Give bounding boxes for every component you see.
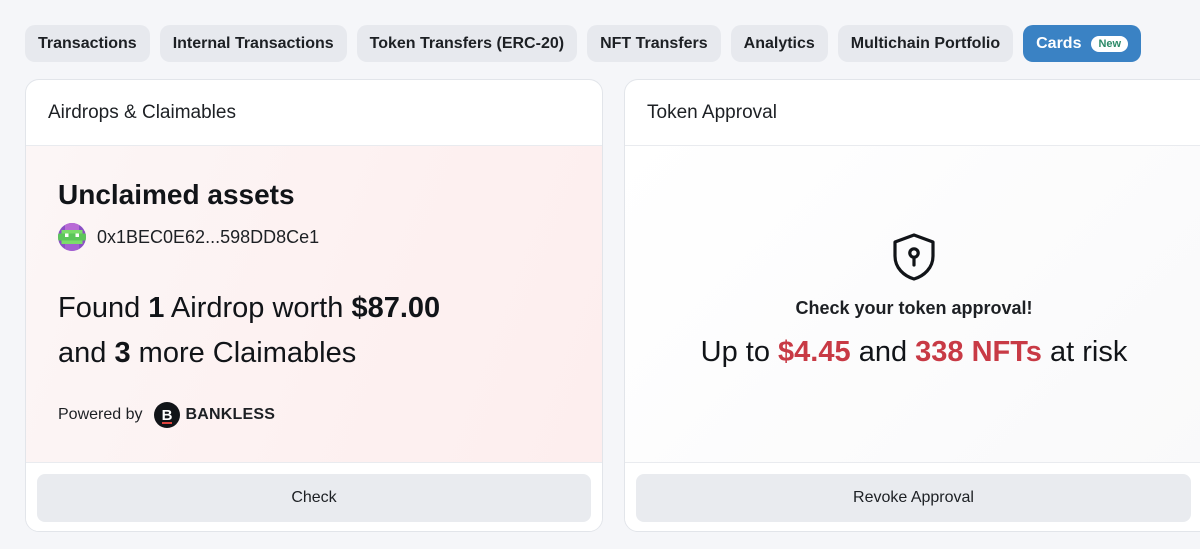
tab-label: Analytics (743, 34, 815, 52)
token-approval-card: Token Approval Check your token approval… (624, 79, 1200, 532)
tab-token-transfers[interactable]: Token Transfers (ERC-20) (356, 25, 578, 62)
card-title: Token Approval (625, 80, 1200, 146)
risk-nfts: 338 NFTs (915, 336, 1042, 368)
partner-name[interactable]: BANKLESS (186, 406, 276, 424)
tab-bar: Transactions Internal Transactions Token… (25, 25, 1200, 62)
airdrops-card-body: Unclaimed assets 0x1BEC0E62...598DD8Ce1 … (26, 146, 602, 462)
airdrop-count: 1 (148, 292, 165, 324)
pixel-avatar-icon (58, 223, 86, 251)
tab-multichain-portfolio[interactable]: Multichain Portfolio (837, 25, 1014, 62)
risk-value: $4.45 (778, 336, 851, 368)
claimables-line: and 3 more Claimables (58, 331, 440, 376)
tab-label: Transactions (38, 34, 137, 52)
bankless-logo-letter: B (161, 407, 172, 424)
airdrop-value: $87.00 (351, 292, 441, 324)
risk-and: and (858, 336, 908, 368)
powered-by-label: Powered by (58, 406, 143, 423)
claimable-label: more Claimables (138, 337, 357, 369)
tab-nft-transfers[interactable]: NFT Transfers (587, 25, 721, 62)
tab-label: Internal Transactions (172, 34, 334, 52)
tab-internal-transactions[interactable]: Internal Transactions (159, 25, 347, 62)
tab-label: Token Transfers (ERC-20) (369, 34, 565, 52)
airdrops-card: Airdrops & Claimables Unclaimed assets 0… (25, 79, 603, 532)
shield-keyhole-icon (893, 233, 935, 281)
tab-label: Multichain Portfolio (850, 34, 1001, 52)
unclaimed-assets-heading: Unclaimed assets (58, 179, 295, 210)
address-row: 0x1BEC0E62...598DD8Ce1 (58, 223, 319, 251)
bankless-logo-icon: B (153, 402, 180, 428)
found-prefix: Found (58, 292, 141, 324)
approval-card-body: Check your token approval! Up to $4.45 a… (625, 146, 1200, 462)
revoke-approval-button[interactable]: Revoke Approval (636, 474, 1191, 522)
tab-label: NFT Transfers (600, 34, 708, 52)
airdrop-line: Found 1 Airdrop worth $87.00 (58, 286, 440, 331)
claimable-count: 3 (114, 337, 131, 369)
wallet-address[interactable]: 0x1BEC0E62...598DD8Ce1 (97, 227, 319, 248)
risk-summary: Up to $4.45 and 338 NFTs at risk (625, 336, 1200, 369)
new-badge: New (1091, 35, 1129, 52)
risk-prefix: Up to (700, 336, 770, 368)
tab-label: Cards (1036, 34, 1082, 52)
risk-suffix: at risk (1050, 336, 1128, 368)
tab-transactions[interactable]: Transactions (25, 25, 150, 62)
tab-analytics[interactable]: Analytics (730, 25, 828, 62)
card-title: Airdrops & Claimables (26, 80, 602, 146)
airdrops-card-footer: Check (26, 462, 602, 531)
found-summary: Found 1 Airdrop worth $87.00 and 3 more … (58, 286, 440, 376)
airdrop-label: Airdrop worth (170, 292, 344, 324)
tab-cards[interactable]: Cards New (1023, 25, 1142, 62)
check-button[interactable]: Check (37, 474, 591, 522)
approval-card-footer: Revoke Approval (625, 462, 1200, 531)
and-text: and (58, 337, 107, 369)
approval-prompt: Check your token approval! (795, 298, 1033, 318)
powered-by-row: Powered by B BANKLESS (58, 402, 275, 428)
